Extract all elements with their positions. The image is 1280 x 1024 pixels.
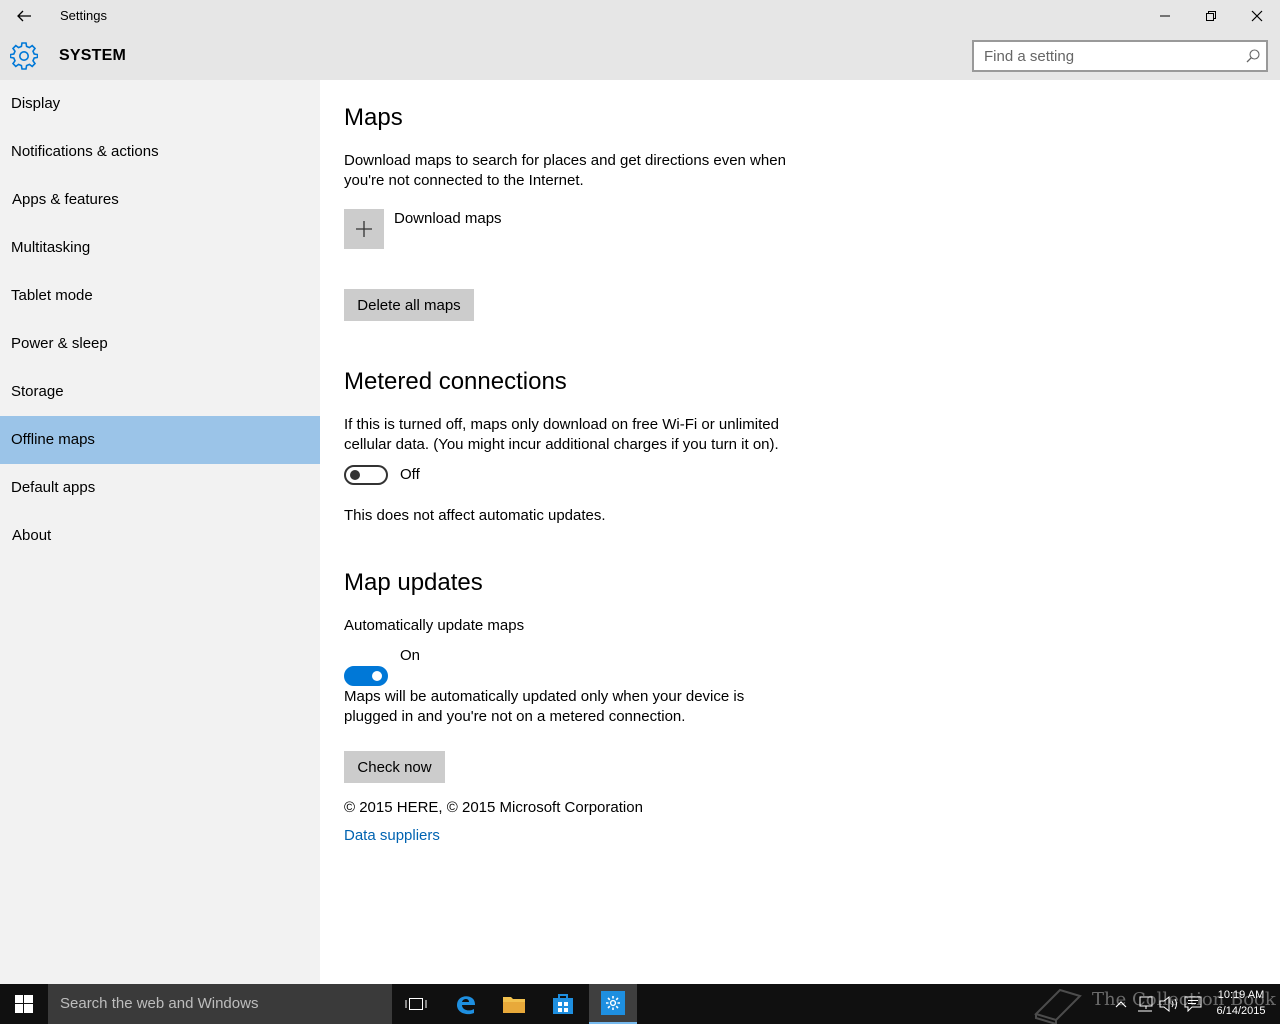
close-icon bbox=[1251, 10, 1263, 22]
sidebar-item-display[interactable]: Display bbox=[0, 80, 320, 128]
map-updates-heading: Map updates bbox=[344, 569, 483, 596]
find-setting-search[interactable] bbox=[972, 40, 1268, 72]
sidebar-item-power-sleep[interactable]: Power & sleep bbox=[0, 320, 320, 368]
plus-icon bbox=[356, 221, 372, 237]
maps-description: Download maps to search for places and g… bbox=[344, 152, 786, 189]
section-title: SYSTEM bbox=[59, 47, 126, 64]
settings-icon bbox=[601, 991, 625, 1015]
network-button[interactable] bbox=[1134, 984, 1156, 1024]
metered-description: If this is turned off, maps only downloa… bbox=[344, 416, 779, 453]
settings-header: SYSTEM bbox=[0, 32, 1280, 80]
sidebar-item-offline-maps[interactable]: Offline maps bbox=[0, 416, 320, 464]
toggle-knob bbox=[350, 470, 360, 480]
back-button[interactable] bbox=[0, 0, 48, 32]
close-button[interactable] bbox=[1234, 0, 1280, 32]
sidebar: Display Notifications & actions Apps & f… bbox=[0, 80, 320, 984]
delete-all-maps-button[interactable]: Delete all maps bbox=[344, 289, 474, 321]
taskbar: Search the web and Windows The Collectio… bbox=[0, 984, 1280, 1024]
show-hidden-icons-button[interactable] bbox=[1112, 984, 1130, 1024]
volume-button[interactable] bbox=[1158, 984, 1180, 1024]
file-explorer-icon bbox=[503, 997, 525, 1013]
action-center-icon bbox=[1184, 996, 1202, 1012]
minimize-icon bbox=[1160, 15, 1170, 17]
sidebar-item-default-apps[interactable]: Default apps bbox=[0, 464, 320, 512]
edge-icon bbox=[457, 996, 475, 1015]
clock-date: 6/14/2015 bbox=[1216, 1005, 1266, 1017]
store-button[interactable] bbox=[539, 984, 587, 1024]
store-icon bbox=[553, 994, 573, 1014]
toggle-knob bbox=[372, 671, 382, 681]
auto-update-toggle[interactable] bbox=[344, 666, 388, 686]
clock-time: 10:19 AM bbox=[1217, 989, 1265, 1001]
edge-button[interactable] bbox=[442, 984, 490, 1024]
watermark-book-icon bbox=[1034, 988, 1082, 1024]
check-now-button[interactable]: Check now bbox=[344, 751, 445, 783]
task-view-button[interactable] bbox=[392, 984, 440, 1024]
metered-note: This does not affect automatic updates. bbox=[344, 507, 606, 524]
sidebar-item-apps-features[interactable]: Apps & features bbox=[0, 176, 320, 224]
data-suppliers-link[interactable]: Data suppliers bbox=[344, 827, 440, 844]
metered-heading: Metered connections bbox=[344, 368, 567, 395]
action-center-button[interactable] bbox=[1182, 984, 1204, 1024]
title-bar: Settings bbox=[0, 0, 1280, 32]
main-content: Maps Download maps to search for places … bbox=[320, 80, 1280, 984]
maps-heading: Maps bbox=[344, 104, 403, 131]
start-button[interactable] bbox=[0, 984, 48, 1024]
auto-update-toggle-state: On bbox=[400, 647, 421, 664]
sidebar-item-notifications[interactable]: Notifications & actions bbox=[0, 128, 320, 176]
gear-icon bbox=[10, 42, 38, 70]
volume-icon bbox=[1159, 996, 1177, 1012]
windows-logo-icon bbox=[15, 995, 33, 1013]
restore-icon bbox=[1206, 11, 1216, 21]
minimize-button[interactable] bbox=[1142, 0, 1188, 32]
sidebar-item-about[interactable]: About bbox=[0, 512, 320, 560]
restore-button[interactable] bbox=[1188, 0, 1234, 32]
metered-toggle[interactable] bbox=[344, 465, 388, 485]
taskbar-search[interactable]: Search the web and Windows bbox=[48, 984, 392, 1024]
window-title: Settings bbox=[60, 8, 107, 23]
chevron-up-icon bbox=[1115, 1001, 1127, 1008]
back-arrow-icon bbox=[17, 10, 31, 22]
sidebar-item-multitasking[interactable]: Multitasking bbox=[0, 224, 320, 272]
sidebar-item-tablet-mode[interactable]: Tablet mode bbox=[0, 272, 320, 320]
metered-toggle-state: Off bbox=[400, 466, 420, 483]
taskbar-clock[interactable]: 10:19 AM 6/14/2015 bbox=[1208, 987, 1274, 1019]
network-icon bbox=[1138, 996, 1153, 1012]
task-view-icon bbox=[405, 998, 427, 1010]
copyright-text: © 2015 HERE, © 2015 Microsoft Corporatio… bbox=[344, 799, 643, 816]
sidebar-item-storage[interactable]: Storage bbox=[0, 368, 320, 416]
search-input[interactable] bbox=[974, 42, 1234, 70]
file-explorer-button[interactable] bbox=[490, 984, 538, 1024]
auto-update-label: Automatically update maps bbox=[344, 617, 525, 634]
download-maps-label[interactable]: Download maps bbox=[394, 209, 502, 229]
search-icon[interactable] bbox=[1246, 49, 1260, 63]
download-maps-button[interactable] bbox=[344, 209, 384, 249]
updates-description: Maps will be automatically updated only … bbox=[344, 688, 745, 725]
settings-taskbar-button[interactable] bbox=[589, 984, 637, 1024]
